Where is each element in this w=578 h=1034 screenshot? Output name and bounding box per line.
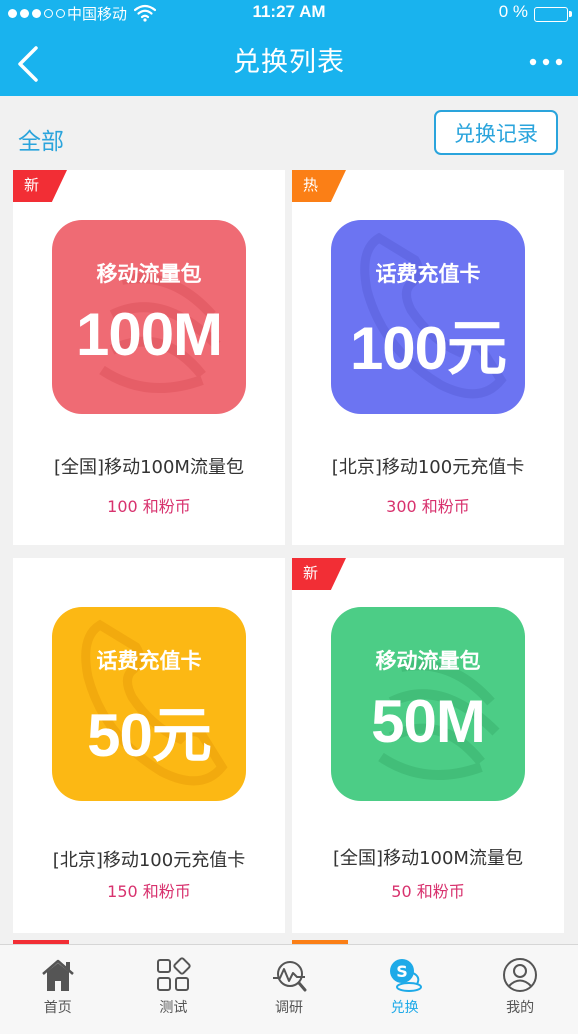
- tile-value: 50M: [371, 688, 486, 755]
- product-name: [北京]移动100元充值卡: [52, 850, 246, 871]
- product-price: 100 和粉币: [107, 497, 191, 516]
- svg-text:S: S: [396, 962, 408, 981]
- tile-value: 100元: [349, 315, 507, 382]
- status-bar: 中国移动 11:27 AM 0 %: [0, 0, 578, 28]
- header: 中国移动 11:27 AM 0 % 兑换列表: [0, 0, 578, 96]
- product-price: 150 和粉币: [107, 882, 191, 901]
- home-icon: [41, 959, 74, 991]
- filter-row: 全部 兑换记录: [0, 96, 578, 170]
- tab-exchange[interactable]: S 兑换: [347, 945, 463, 1034]
- tab-label: 我的: [506, 1000, 535, 1016]
- battery-percentage: 0 %: [498, 2, 528, 21]
- tile-subtitle: 移动流量包: [96, 262, 202, 286]
- tile-subtitle: 话费充值卡: [96, 649, 202, 673]
- battery-icon: [534, 7, 572, 22]
- tile-subtitle: 移动流量包: [375, 649, 481, 673]
- tile-value: 100M: [75, 301, 223, 368]
- new-badge: 新: [13, 170, 67, 202]
- product-name: [全国]移动100M流量包: [54, 457, 244, 478]
- product-card[interactable]: 新 移动流量包 100M [全国]移动100M流量包 100 和粉币: [13, 170, 285, 545]
- page-title: 兑换列表: [233, 47, 345, 78]
- tab-label: 调研: [274, 1000, 303, 1016]
- tab-profile[interactable]: 我的: [462, 945, 578, 1034]
- grid-icon: [157, 957, 192, 991]
- tab-label: 测试: [159, 1000, 188, 1016]
- product-price: 50 和粉币: [391, 882, 465, 901]
- product-name: [全国]移动100M流量包: [333, 848, 523, 869]
- nav-bar: 兑换列表: [0, 28, 578, 96]
- exchange-history-button[interactable]: 兑换记录: [434, 110, 558, 155]
- app-screen: 中国移动 11:27 AM 0 % 兑换列表 全部 兑换记录 新 移动流量包 1…: [0, 0, 578, 1034]
- chart-search-icon: [272, 961, 307, 992]
- hot-badge: 热: [292, 170, 346, 202]
- tile-subtitle: 话费充值卡: [375, 262, 481, 286]
- tile-value: 50元: [87, 702, 212, 769]
- tab-label: 兑换: [390, 1000, 419, 1016]
- tab-survey[interactable]: 调研: [231, 945, 347, 1034]
- product-name: [北京]移动100元充值卡: [331, 457, 525, 478]
- new-badge: 新: [292, 558, 346, 590]
- product-tile: 话费充值卡 50元: [52, 607, 246, 801]
- tab-home[interactable]: 首页: [0, 945, 116, 1034]
- product-card[interactable]: 新 移动流量包 50M [全国]移动100M流量包 50 和粉币: [292, 558, 564, 933]
- more-options-icon[interactable]: [528, 50, 564, 74]
- filter-all-tab[interactable]: 全部: [18, 122, 64, 156]
- user-icon: [503, 958, 538, 992]
- product-tile: 移动流量包 100M: [52, 220, 246, 414]
- product-price: 300 和粉币: [386, 497, 470, 516]
- status-time: 11:27 AM: [252, 2, 326, 21]
- bottom-tab-bar: 首页 测试 调研 S 兑换 我的: [0, 944, 578, 1034]
- product-tile: 话费充值卡 100元: [331, 220, 525, 414]
- product-tile: 移动流量包 50M: [331, 607, 525, 801]
- coin-exchange-icon: S: [389, 959, 422, 992]
- product-card[interactable]: 热 话费充值卡 100元 [北京]移动100元充值卡 300 和粉币: [292, 170, 564, 545]
- product-card[interactable]: 话费充值卡 50元 [北京]移动100元充值卡 150 和粉币: [13, 558, 285, 933]
- tab-test[interactable]: 测试: [116, 945, 232, 1034]
- tab-label: 首页: [43, 1000, 72, 1016]
